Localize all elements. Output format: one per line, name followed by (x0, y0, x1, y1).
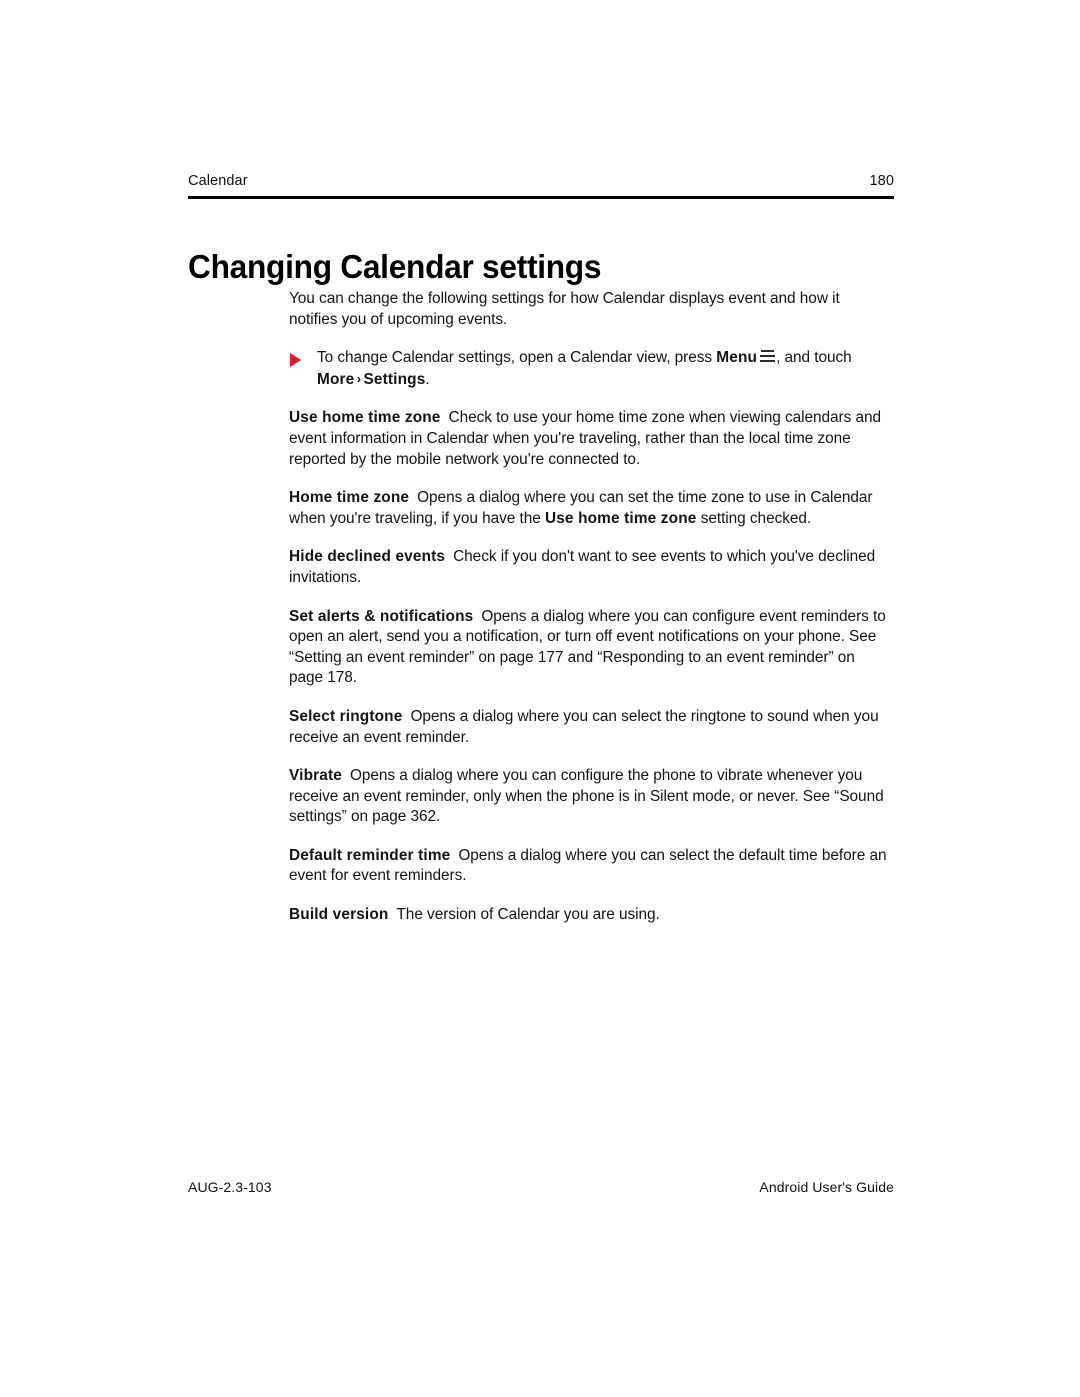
page-title: Changing Calendar settings (188, 248, 602, 286)
footer-doc-code: AUG-2.3-103 (188, 1179, 272, 1195)
chevron-right-icon: › (356, 371, 361, 386)
header-page-number: 180 (869, 173, 894, 189)
setting-term: Build version (289, 906, 389, 924)
red-triangle-bullet-icon (290, 353, 301, 368)
setting-entry-vibrate: Vibrate Opens a dialog where you can conf… (289, 766, 890, 828)
setting-entry-set-alerts-notifications: Set alerts & notifications Opens a dialog… (289, 607, 890, 689)
setting-entry-use-home-time-zone: Use home time zone Check to use your home… (289, 408, 890, 470)
procedure-settings-label: Settings (363, 370, 426, 388)
setting-term: Set alerts & notifications (289, 607, 474, 625)
procedure-text-after: , and touch (776, 349, 852, 367)
setting-entry-select-ringtone: Select ringtone Opens a dialog where you … (289, 707, 890, 748)
procedure-step: To change Calendar settings, open a Cale… (289, 348, 890, 390)
setting-description-after: setting checked. (696, 509, 812, 527)
body-content: You can change the following settings fo… (289, 289, 890, 926)
document-page: Calendar 180 Changing Calendar settings … (0, 0, 1080, 1397)
setting-term: Use home time zone (289, 409, 441, 427)
setting-entry-home-time-zone: Home time zone Opens a dialog where you c… (289, 488, 890, 529)
setting-term: Vibrate (289, 767, 342, 785)
procedure-menu-label: Menu (716, 349, 758, 367)
setting-entry-default-reminder-time: Default reminder time Opens a dialog wher… (289, 846, 890, 887)
setting-description-bold-ref: Use home time zone (544, 509, 697, 527)
setting-term: Home time zone (289, 489, 410, 507)
intro-paragraph: You can change the following settings fo… (289, 290, 840, 328)
setting-term: Select ringtone (289, 707, 403, 725)
setting-description: The version of Calendar you are using. (396, 906, 660, 924)
running-header: Calendar 180 (188, 172, 894, 190)
procedure-text-before: To change Calendar settings, open a Cale… (317, 349, 717, 367)
page-footer: AUG-2.3-103 Android User's Guide (188, 1178, 894, 1196)
setting-description: Opens a dialog where you can configure t… (289, 767, 884, 826)
header-chapter-name: Calendar (188, 173, 248, 189)
setting-term: Default reminder time (289, 846, 451, 864)
setting-entry-hide-declined-events: Hide declined events Check if you don't w… (289, 547, 890, 588)
header-rule (188, 196, 894, 199)
procedure-more-label: More (317, 370, 355, 388)
footer-doc-title: Android User's Guide (759, 1179, 894, 1195)
setting-term: Hide declined events (289, 548, 446, 566)
procedure-period: . (425, 370, 430, 388)
setting-entry-build-version: Build version The version of Calendar you… (289, 905, 890, 926)
menu-hamburger-icon (760, 350, 776, 363)
